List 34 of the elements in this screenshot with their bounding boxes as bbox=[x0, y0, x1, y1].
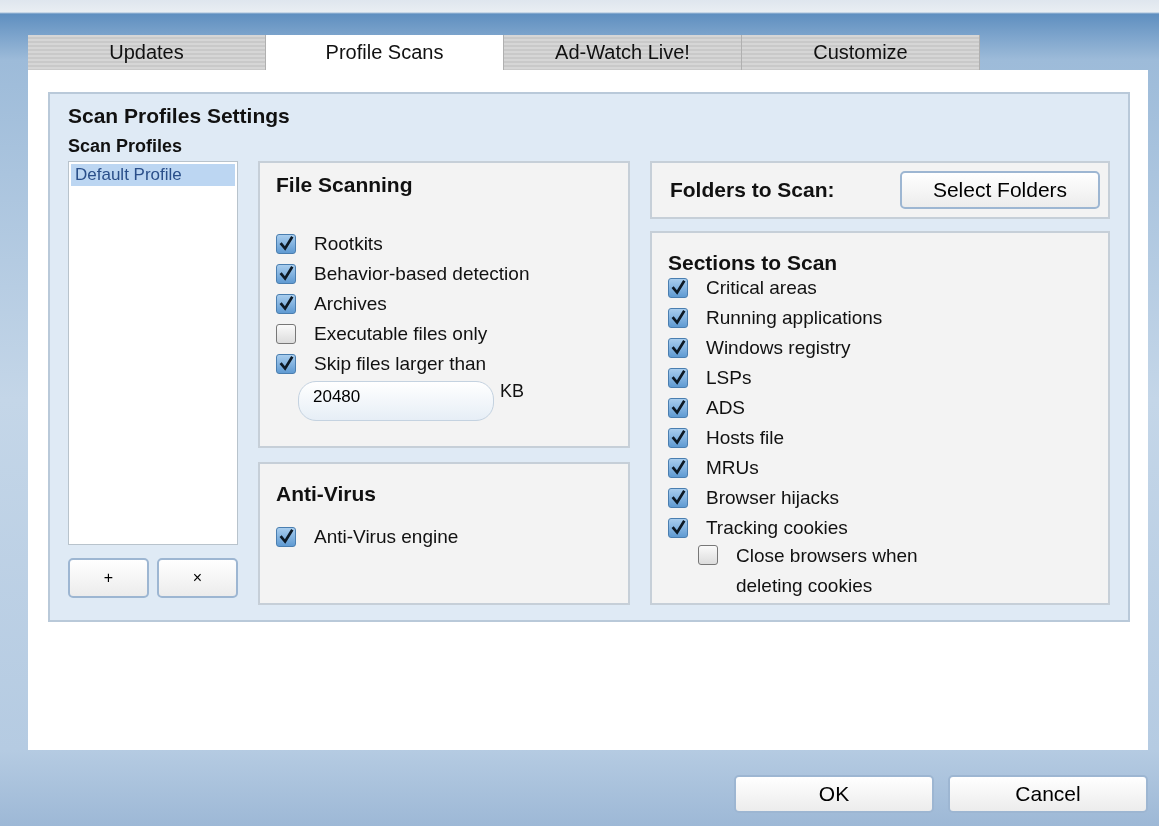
checkbox-label: ADS bbox=[705, 397, 746, 419]
checkbox-label: Behavior-based detection bbox=[314, 263, 530, 285]
profiles-label: Scan Profiles bbox=[68, 136, 184, 157]
dialog-button[interactable]: Cancel bbox=[948, 775, 1148, 813]
checkbox-label: Running applications bbox=[705, 307, 883, 329]
checkbox-label: Archives bbox=[314, 293, 387, 315]
checkbox-label: LSPs bbox=[705, 367, 752, 389]
panel-title: Sections to Scan bbox=[667, 251, 839, 275]
checkbox-label: Close browsers when deleting cookies bbox=[735, 544, 919, 598]
profile-button[interactable]: × bbox=[157, 558, 238, 598]
unit-label: KB bbox=[500, 381, 524, 402]
profile-button[interactable]: + bbox=[68, 558, 149, 598]
size-field[interactable]: 20480 bbox=[298, 381, 494, 421]
checkbox-label: Hosts file bbox=[705, 427, 785, 449]
checkbox-label: MRUs bbox=[705, 457, 759, 479]
checkbox-label: Anti-Virus engine bbox=[314, 526, 459, 548]
group-title: Scan Profiles Settings bbox=[68, 104, 291, 128]
panel-title: File Scanning bbox=[276, 173, 414, 197]
panel-title: Anti-Virus bbox=[276, 482, 377, 506]
tab[interactable]: Customize bbox=[742, 35, 980, 70]
checkbox-label: Windows registry bbox=[705, 337, 851, 359]
tab[interactable]: Ad-Watch Live! bbox=[504, 35, 742, 70]
checkbox-label: Browser hijacks bbox=[705, 487, 839, 509]
checkbox-label: Tracking cookies bbox=[705, 517, 848, 539]
tab[interactable]: Profile Scans bbox=[266, 35, 504, 70]
checkbox-label: Critical areas bbox=[705, 277, 817, 299]
checkbox-label: Skip files larger than bbox=[314, 353, 487, 375]
tab[interactable]: Updates bbox=[28, 35, 266, 70]
dialog-button[interactable]: OK bbox=[734, 775, 934, 813]
checkbox-label: Rootkits bbox=[314, 233, 383, 255]
folders-label: Folders to Scan: bbox=[669, 178, 835, 202]
checkbox-label: Executable files only bbox=[314, 323, 488, 345]
profile-item[interactable]: Default Profile bbox=[71, 164, 235, 186]
select-folders-button[interactable]: Select Folders bbox=[900, 171, 1100, 209]
